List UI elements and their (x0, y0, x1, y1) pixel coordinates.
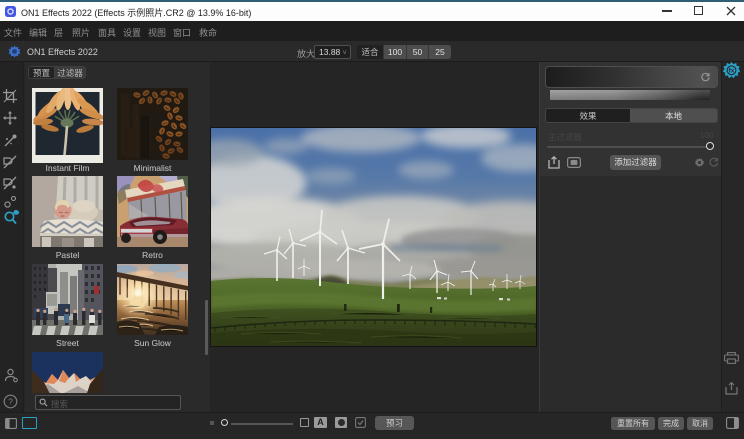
svg-text:fx: fx (729, 67, 735, 74)
svg-text:?: ? (8, 397, 13, 407)
